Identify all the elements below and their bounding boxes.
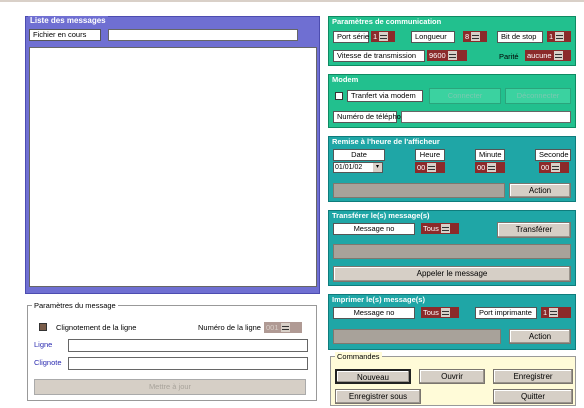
telephone-field[interactable] bbox=[401, 111, 571, 123]
bit-stop-spinner[interactable]: 1 bbox=[547, 31, 571, 42]
window-top-border bbox=[0, 0, 584, 7]
heure-value: 00 bbox=[417, 163, 426, 172]
clignote-field[interactable] bbox=[68, 357, 308, 370]
minute-value: 00 bbox=[477, 163, 486, 172]
transferer-status-bar bbox=[333, 244, 571, 259]
parite-spinner[interactable]: aucune bbox=[525, 50, 571, 61]
parite-value: aucune bbox=[527, 51, 552, 60]
dropdown-arrow-icon[interactable]: ▾ bbox=[373, 163, 382, 172]
port-serie-spinner[interactable]: 1 bbox=[371, 31, 395, 42]
mettre-a-jour-button[interactable]: Mettre à jour bbox=[34, 379, 306, 395]
spinner-arrows-icon[interactable] bbox=[549, 308, 559, 317]
spinner-arrows-icon[interactable] bbox=[551, 163, 561, 172]
port-serie-label: Port série bbox=[333, 31, 369, 43]
minute-spinner[interactable]: 00 bbox=[475, 162, 505, 173]
spinner-arrows-icon[interactable] bbox=[280, 323, 290, 332]
spinner-arrows-icon[interactable] bbox=[555, 32, 565, 41]
vitesse-label: Vitesse de transmission bbox=[333, 50, 425, 62]
vitesse-spinner[interactable]: 9600 bbox=[427, 50, 467, 61]
parametres-message-panel: Paramètres du message Clignotement de la… bbox=[27, 301, 317, 401]
remise-heure-panel: Remise à l'heure de l'afficheur Date 01/… bbox=[328, 136, 576, 202]
numero-ligne-value: 001 bbox=[266, 323, 279, 332]
transfert-modem-label: Tranfert via modem bbox=[347, 90, 423, 102]
parite-label: Parité bbox=[499, 52, 519, 61]
spinner-arrows-icon[interactable] bbox=[440, 224, 450, 233]
date-label: Date bbox=[333, 149, 385, 161]
spinner-arrows-icon[interactable] bbox=[427, 163, 437, 172]
liste-messages-panel: Liste des messages Fichier en cours bbox=[25, 16, 320, 294]
remise-status-bar bbox=[333, 183, 505, 198]
enregistrer-button[interactable]: Enregistrer bbox=[493, 369, 573, 384]
transferer-title: Transférer le(s) message(s) bbox=[332, 211, 430, 220]
spinner-arrows-icon[interactable] bbox=[379, 32, 389, 41]
transferer-message-no-spinner[interactable]: Tous bbox=[421, 223, 459, 234]
clignotement-checkbox[interactable] bbox=[39, 323, 47, 331]
telephone-label: Numéro de téléphone bbox=[333, 111, 409, 123]
parametres-message-title: Paramètres du message bbox=[32, 301, 118, 310]
transfert-modem-checkbox[interactable] bbox=[335, 92, 343, 100]
clignotement-label: Clignotement de la ligne bbox=[56, 323, 137, 332]
remise-action-button[interactable]: Action bbox=[509, 183, 571, 198]
transferer-message-no-label: Message no bbox=[333, 223, 415, 235]
nouveau-button[interactable]: Nouveau bbox=[335, 369, 411, 384]
bit-stop-label: Bit de stop bbox=[497, 31, 543, 43]
imprimer-message-no-value: Tous bbox=[423, 308, 439, 317]
modem-title: Modem bbox=[332, 75, 359, 84]
heure-spinner[interactable]: 00 bbox=[415, 162, 445, 173]
ligne-label: Ligne bbox=[34, 340, 53, 349]
numero-ligne-spinner[interactable]: 001 bbox=[264, 322, 302, 333]
communication-title: Paramètres de communication bbox=[332, 17, 442, 26]
transferer-panel: Transférer le(s) message(s) Message no T… bbox=[328, 210, 576, 286]
heure-label: Heure bbox=[415, 149, 445, 161]
ouvrir-button[interactable]: Ouvrir bbox=[419, 369, 485, 384]
bit-stop-value: 1 bbox=[549, 32, 554, 41]
liste-messages-title: Liste des messages bbox=[28, 16, 108, 25]
longueur-value: 8 bbox=[465, 32, 470, 41]
imprimer-panel: Imprimer le(s) message(s) Message no Tou… bbox=[328, 294, 576, 350]
spinner-arrows-icon[interactable] bbox=[447, 51, 457, 60]
modem-panel: Modem Tranfert via modem Connecter Décon… bbox=[328, 74, 576, 128]
numero-ligne-label: Numéro de la ligne bbox=[198, 323, 261, 332]
imprimer-message-no-spinner[interactable]: Tous bbox=[421, 307, 459, 318]
longueur-label: Longueur bbox=[411, 31, 455, 43]
seconde-label: Seconde bbox=[535, 149, 571, 161]
commandes-title: Commandes bbox=[335, 352, 382, 361]
longueur-spinner[interactable]: 8 bbox=[463, 31, 487, 42]
remise-heure-title: Remise à l'heure de l'afficheur bbox=[332, 137, 440, 146]
messages-list[interactable] bbox=[29, 47, 317, 287]
vitesse-value: 9600 bbox=[429, 51, 446, 60]
imprimer-title: Imprimer le(s) message(s) bbox=[332, 295, 425, 304]
seconde-spinner[interactable]: 00 bbox=[539, 162, 569, 173]
spinner-arrows-icon[interactable] bbox=[440, 308, 450, 317]
port-imprimante-label: Port imprimante bbox=[475, 307, 537, 319]
spinner-arrows-icon[interactable] bbox=[471, 32, 481, 41]
fichier-en-cours-label: Fichier en cours bbox=[29, 29, 101, 41]
date-picker[interactable]: 01/01/02 ▾ bbox=[333, 162, 383, 173]
ligne-field[interactable] bbox=[68, 339, 308, 352]
imprimer-message-no-label: Message no bbox=[333, 307, 415, 319]
transferer-button[interactable]: Transférer bbox=[497, 222, 571, 238]
port-imprimante-value: 1 bbox=[543, 308, 548, 317]
imprimer-status-bar bbox=[333, 329, 501, 344]
seconde-value: 00 bbox=[541, 163, 550, 172]
quitter-button[interactable]: Quitter bbox=[493, 389, 573, 404]
appeler-message-button[interactable]: Appeler le message bbox=[333, 266, 571, 282]
connecter-button[interactable]: Connecter bbox=[429, 88, 501, 104]
deconnecter-button[interactable]: Déconnecter bbox=[505, 88, 571, 104]
fichier-en-cours-field[interactable] bbox=[108, 29, 298, 41]
commandes-panel: Commandes Nouveau Ouvrir Enregistrer Enr… bbox=[330, 352, 576, 406]
spinner-arrows-icon[interactable] bbox=[553, 51, 563, 60]
port-serie-value: 1 bbox=[373, 32, 378, 41]
imprimer-action-button[interactable]: Action bbox=[509, 329, 571, 344]
enregistrer-sous-button[interactable]: Enregistrer sous bbox=[335, 389, 421, 404]
port-imprimante-spinner[interactable]: 1 bbox=[541, 307, 571, 318]
transferer-message-no-value: Tous bbox=[423, 224, 439, 233]
communication-panel: Paramètres de communication Port série 1… bbox=[328, 16, 576, 66]
minute-label: Minute bbox=[475, 149, 505, 161]
clignote-label: Clignote bbox=[34, 358, 62, 367]
spinner-arrows-icon[interactable] bbox=[487, 163, 497, 172]
date-value: 01/01/02 bbox=[335, 164, 363, 171]
